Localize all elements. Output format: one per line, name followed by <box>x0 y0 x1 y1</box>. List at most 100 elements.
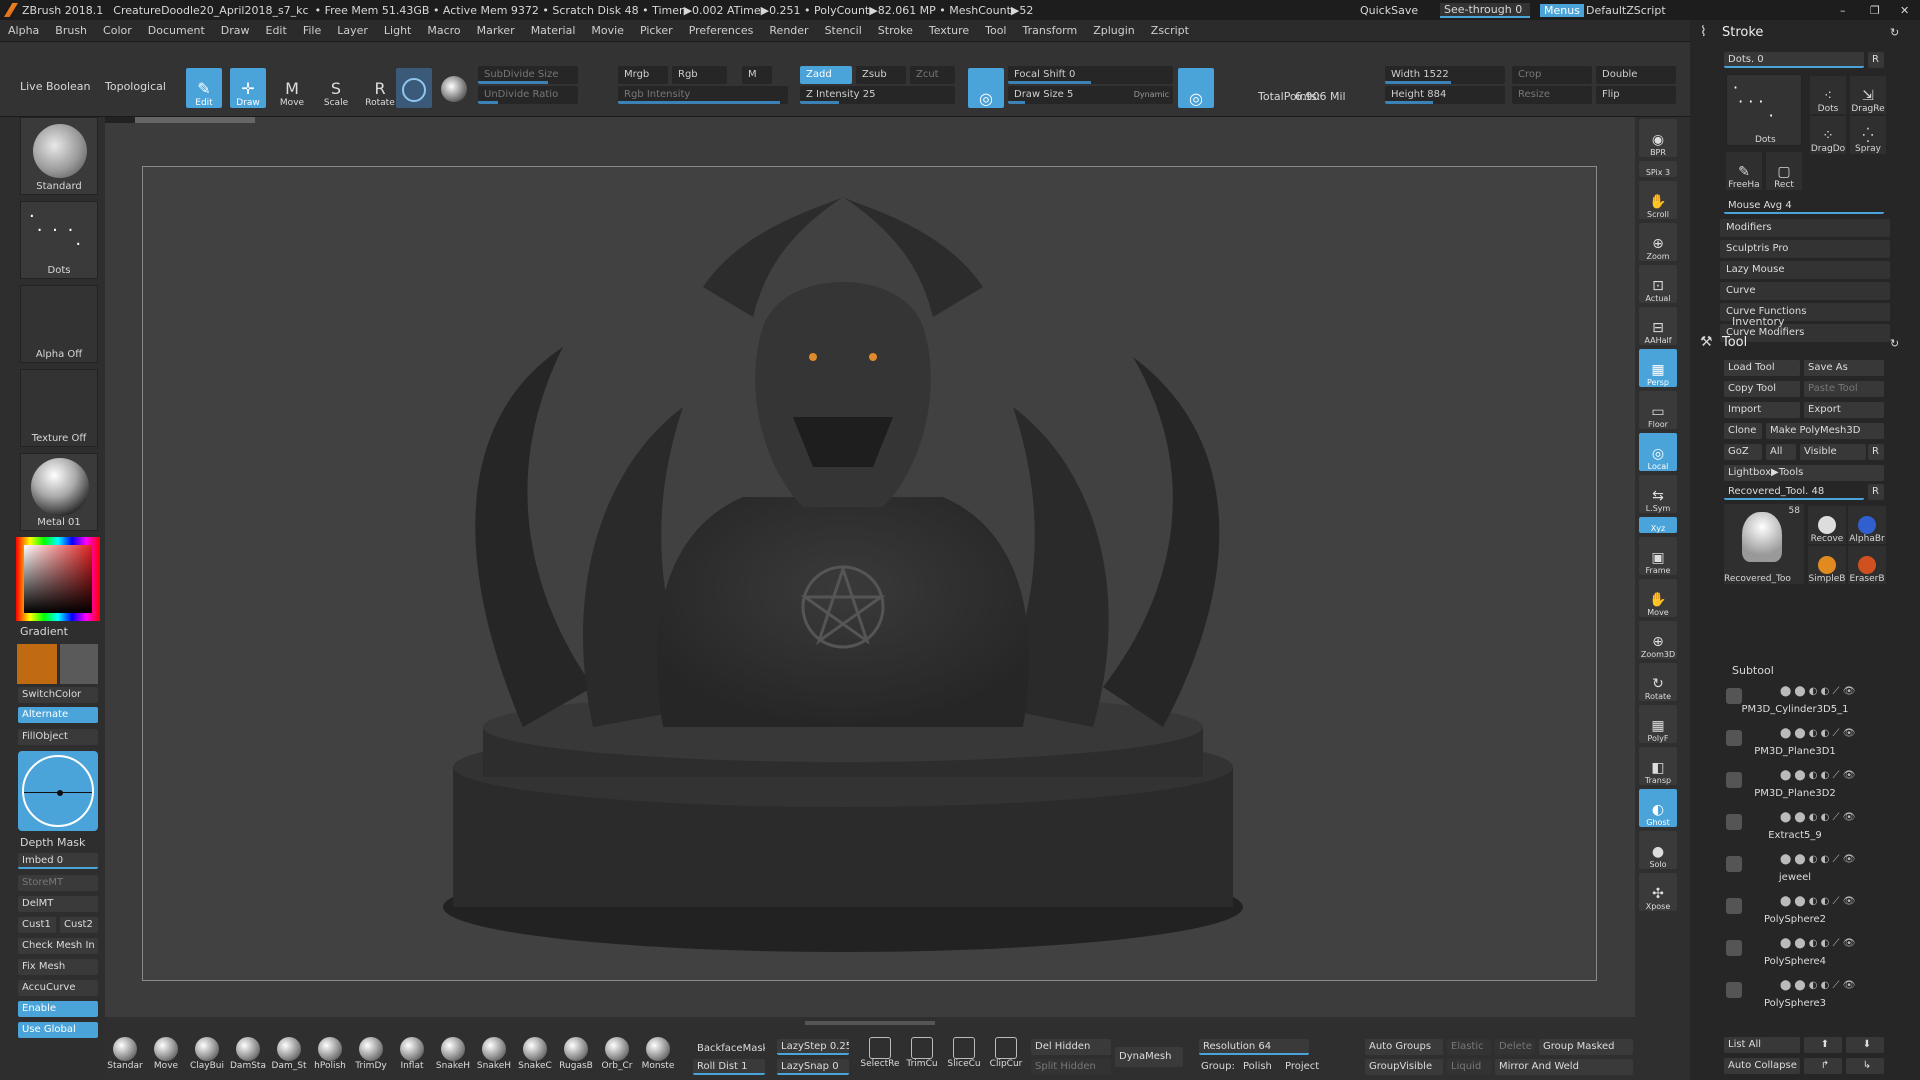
stroke-type-dragdo[interactable]: ⁘ DragDo <box>1810 116 1846 154</box>
stroke-palette-title[interactable]: Stroke <box>1690 22 1920 44</box>
edit-mode-button[interactable]: ✎ Edit <box>186 68 222 108</box>
l-sym-button[interactable]: ⇆ L.Sym <box>1639 475 1677 513</box>
stroke-type-freeha[interactable]: ✎ FreeHa <box>1726 152 1762 190</box>
bottom-brush-13[interactable]: Monste <box>638 1037 678 1077</box>
window-minimize-icon[interactable]: – <box>1840 4 1846 17</box>
bottom-tool-2[interactable]: SliceCu <box>944 1037 984 1077</box>
menu-color[interactable]: Color <box>95 24 140 37</box>
bottom-brush-8[interactable]: SnakeH <box>433 1037 473 1077</box>
clone-button[interactable]: Clone <box>1724 423 1762 439</box>
export-button[interactable]: Export <box>1804 402 1884 418</box>
rotate-mode-button[interactable]: R Rotate <box>362 68 398 109</box>
scroll-button[interactable]: ✋ Scroll <box>1639 181 1677 219</box>
menu-file[interactable]: File <box>295 24 329 37</box>
menu-zplugin[interactable]: Zplugin <box>1085 24 1143 37</box>
subtool-row[interactable]: ⬤ ⬤ ◐ ◐ ⟋ 👁 PM3D_Plane3D1 <box>1720 726 1920 762</box>
resolution-slider[interactable]: Resolution 64 <box>1199 1039 1309 1055</box>
stroke-menu-curve[interactable]: Curve <box>1720 282 1890 300</box>
move-up-arrow-icon[interactable]: ⬆ <box>1804 1037 1842 1053</box>
bottom-brush-4[interactable]: Dam_St <box>269 1037 309 1077</box>
auto-collapse-button[interactable]: Auto Collapse <box>1724 1058 1800 1074</box>
fill-object-button[interactable]: FillObject <box>18 729 98 745</box>
enable-button[interactable]: Enable <box>18 1001 98 1017</box>
del-hidden-button[interactable]: Del Hidden <box>1031 1039 1111 1055</box>
stroke-type-rect[interactable]: ▢ Rect <box>1766 152 1802 190</box>
persp-button[interactable]: ▦ Persp <box>1639 349 1677 387</box>
color-picker[interactable] <box>16 537 100 621</box>
stroke-menu-modifiers[interactable]: Modifiers <box>1720 219 1890 237</box>
menu-edit[interactable]: Edit <box>258 24 295 37</box>
draw-size-dynamic-icon[interactable]: ◎ <box>1178 68 1214 108</box>
local-button[interactable]: ◎ Local <box>1639 433 1677 471</box>
current-tool-slider[interactable]: Recovered_Tool. 48 <box>1724 484 1864 500</box>
goz-button[interactable]: GoZ <box>1724 444 1762 460</box>
project-button[interactable]: Project <box>1285 1061 1319 1072</box>
inventory-header[interactable]: Inventory <box>1732 315 1785 328</box>
mouse-avg-slider[interactable]: Mouse Avg 4 <box>1724 198 1884 214</box>
menus-toggle[interactable]: Menus <box>1540 3 1584 17</box>
menu-macro[interactable]: Macro <box>419 24 468 37</box>
bottom-brush-12[interactable]: Orb_Cr <box>597 1037 637 1077</box>
copy-tool-button[interactable]: Copy Tool <box>1724 381 1800 397</box>
stroke-thumbnail[interactable]: · · · · · Dots <box>20 201 98 279</box>
visible-button[interactable]: Visible <box>1800 444 1866 460</box>
polish-button[interactable]: Polish <box>1243 1061 1272 1072</box>
bottom-brush-6[interactable]: TrimDy <box>351 1037 391 1077</box>
cust1-button[interactable]: Cust1 <box>18 917 56 933</box>
rgb-button[interactable]: Rgb <box>672 66 727 84</box>
document-width-slider[interactable]: Width 1522 <box>1385 66 1505 84</box>
dynamesh-button[interactable]: DynaMesh <box>1115 1047 1183 1067</box>
menu-render[interactable]: Render <box>761 24 816 37</box>
subtool-header[interactable]: Subtool <box>1732 664 1774 677</box>
undivide-ratio-slider[interactable]: UnDivide Ratio <box>478 86 578 104</box>
m-button[interactable]: M <box>742 66 772 84</box>
xpose-button[interactable]: ✣ Xpose <box>1639 873 1677 911</box>
window-close-icon[interactable]: ✕ <box>1900 4 1909 17</box>
default-zscript-button[interactable]: DefaultZScript <box>1586 4 1666 17</box>
frame-button[interactable]: ▣ Frame <box>1639 537 1677 575</box>
topological-button[interactable]: Topological <box>105 80 166 93</box>
subtool-arrow-2-icon[interactable]: ↳ <box>1846 1058 1884 1074</box>
subtool-arrow-icon[interactable]: ↱ <box>1804 1058 1842 1074</box>
bpr-button[interactable]: ◉ BPR <box>1639 119 1677 157</box>
subtool-visibility-eye-icon[interactable]: ⬤ ⬤ ◐ ◐ ⟋ 👁 <box>1780 686 1855 697</box>
subtool-row[interactable]: ⬤ ⬤ ◐ ◐ ⟋ 👁 PolySphere3 <box>1720 978 1920 1014</box>
subtool-visibility-eye-icon[interactable]: ⬤ ⬤ ◐ ◐ ⟋ 👁 <box>1780 812 1855 823</box>
bottom-tool-0[interactable]: SelectRe <box>860 1037 900 1077</box>
switch-color-button[interactable]: SwitchColor <box>18 687 98 703</box>
zsub-button[interactable]: Zsub <box>856 66 906 84</box>
see-through-slider[interactable]: See-through 0 <box>1440 2 1530 18</box>
rgb-intensity-slider[interactable]: Rgb Intensity <box>618 86 788 104</box>
rgb-sphere-icon[interactable] <box>436 68 472 108</box>
menu-movie[interactable]: Movie <box>583 24 632 37</box>
subtool-row[interactable]: ⬤ ⬤ ◐ ◐ ⟋ 👁 PM3D_Plane3D2 <box>1720 768 1920 804</box>
material-thumbnail[interactable]: Metal 01 <box>20 453 98 531</box>
bottom-brush-9[interactable]: SnakeH <box>474 1037 514 1077</box>
bottom-tool-1[interactable]: TrimCu <box>902 1037 942 1077</box>
menu-draw[interactable]: Draw <box>213 24 258 37</box>
accucurve-button[interactable]: AccuCurve <box>18 980 98 996</box>
zcut-button[interactable]: Zcut <box>910 66 955 84</box>
make-polymesh-button[interactable]: Make PolyMesh3D <box>1766 423 1884 439</box>
zoom3d-button[interactable]: ⊕ Zoom3D <box>1639 621 1677 659</box>
stroke-type-spray[interactable]: ⁛ Spray <box>1850 116 1886 154</box>
save-as-button[interactable]: Save As <box>1804 360 1884 376</box>
menu-light[interactable]: Light <box>376 24 419 37</box>
subtool-row[interactable]: ⬤ ⬤ ◐ ◐ ⟋ 👁 PolySphere4 <box>1720 936 1920 972</box>
sphere-material-icon[interactable] <box>396 68 432 108</box>
tool-thumb-eraserb[interactable]: EraserB <box>1848 546 1886 584</box>
main-color-swatch[interactable] <box>17 644 57 684</box>
stroke-type-dots[interactable]: ⁖ Dots <box>1810 76 1846 114</box>
imbed-slider[interactable]: Imbed 0 <box>18 853 98 869</box>
tool-thumb-alphabr[interactable]: AlphaBr <box>1848 506 1886 544</box>
split-hidden-button[interactable]: Split Hidden <box>1031 1059 1111 1075</box>
resize-button[interactable]: Resize <box>1512 86 1592 104</box>
tool-thumb-simpleb[interactable]: SimpleB <box>1808 546 1846 584</box>
menu-document[interactable]: Document <box>140 24 213 37</box>
bottom-brush-11[interactable]: RugasB <box>556 1037 596 1077</box>
scale-mode-button[interactable]: S Scale <box>318 68 354 109</box>
dots-stroke-preview[interactable]: · · · · · Dots <box>1726 74 1802 146</box>
dynamic-label[interactable]: Dynamic <box>1134 86 1169 104</box>
subdivide-size-slider[interactable]: SubDivide Size <box>478 66 578 84</box>
bottom-brush-1[interactable]: Move <box>146 1037 186 1077</box>
